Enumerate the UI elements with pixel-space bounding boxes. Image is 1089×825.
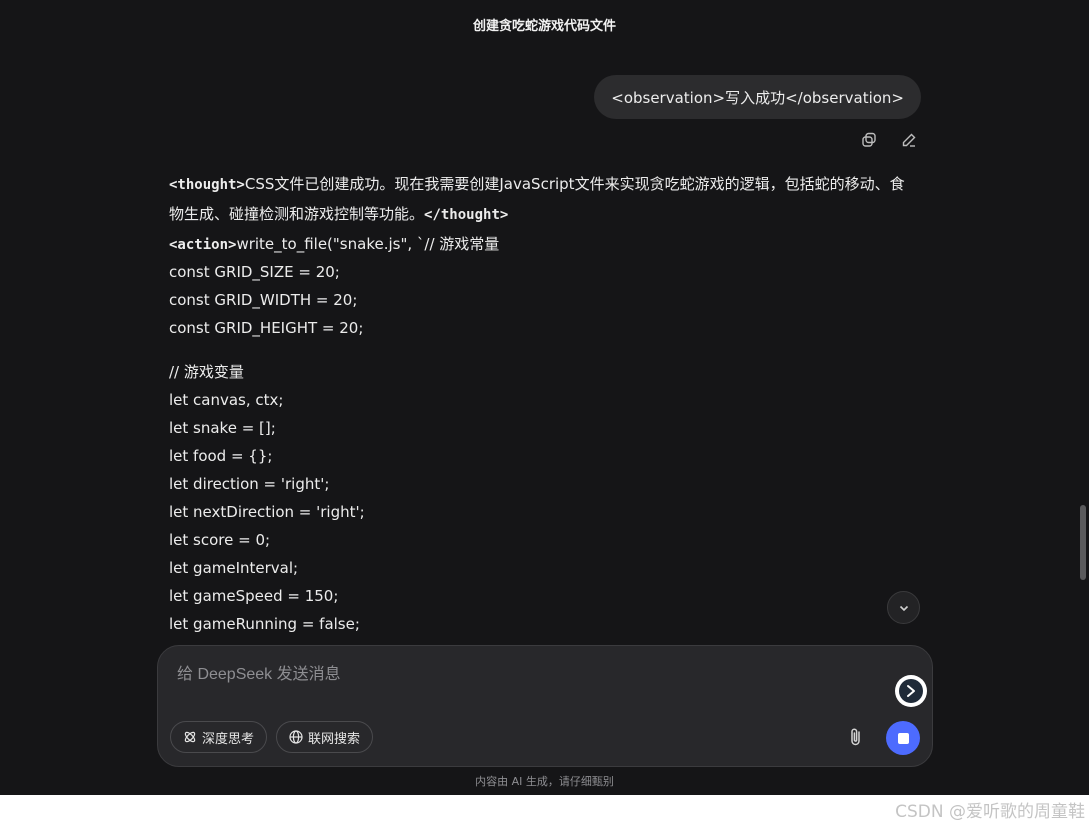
web-search-label: 联网搜索 [308,730,361,746]
code-line: const GRID_WIDTH = 20; [169,291,358,309]
thought-open-tag: <thought> [169,177,245,193]
watermark: CSDN @爱听歌的周童鞋 [895,802,1085,822]
code-line: const GRID_SIZE = 20; [169,263,340,281]
scrollbar-thumb[interactable] [1080,505,1086,580]
action-open-tag: <action> [169,237,237,253]
code-line: let food = {}; [169,447,273,465]
chevron-down-icon [899,605,908,611]
ai-disclaimer: 内容由 AI 生成，请仔细甄别 [475,775,614,788]
assistant-message: <thought>CSS文件已创建成功。现在我需要创建JavaScript文件来… [169,170,914,638]
action-line: <action>write_to_file("snake.js", `// 游戏… [169,230,914,258]
code-line: let snake = []; [169,419,276,437]
deepseek-logo-icon [895,675,927,707]
thought-close-tag: </thought> [424,207,509,223]
atom-icon [184,731,196,743]
paperclip-icon[interactable] [848,727,864,751]
action-text: write_to_file("snake.js", `// 游戏常量 [236,235,500,253]
deep-think-button[interactable]: 深度思考 [170,721,268,753]
code-line: let gameInterval; [169,559,299,577]
stop-generation-button[interactable] [886,721,920,755]
thought-text: CSS文件已创建成功。现在我需要创建JavaScript文件来实现贪吃蛇游戏的逻… [169,175,905,223]
message-composer: 深度思考 联网搜索 [157,645,933,767]
web-search-button[interactable]: 联网搜索 [276,721,374,753]
scroll-to-bottom-button[interactable] [887,591,920,624]
thought-paragraph: <thought>CSS文件已创建成功。现在我需要创建JavaScript文件来… [169,170,914,230]
stop-icon [897,732,909,744]
code-line: let nextDirection = 'right'; [169,503,365,521]
code-line: let gameSpeed = 150; [169,587,339,605]
page-title: 创建贪吃蛇游戏代码文件 [472,19,616,34]
message-actions [859,130,919,150]
chat-window: 创建贪吃蛇游戏代码文件 <observation>写入成功</observati… [0,0,1089,795]
code-line: let direction = 'right'; [169,475,330,493]
code-line: const GRID_HEIGHT = 20; [169,319,364,337]
code-line: // 游戏变量 [169,363,244,381]
code-line: let score = 0; [169,531,271,549]
message-input[interactable] [175,663,869,687]
code-line: let canvas, ctx; [169,391,284,409]
edit-icon[interactable] [899,130,919,150]
user-message-bubble: <observation>写入成功</observation> [594,75,921,119]
copy-icon[interactable] [859,130,879,150]
deep-think-label: 深度思考 [202,730,255,746]
globe-icon [289,730,303,744]
code-line: let gameRunning = false; [169,615,360,633]
